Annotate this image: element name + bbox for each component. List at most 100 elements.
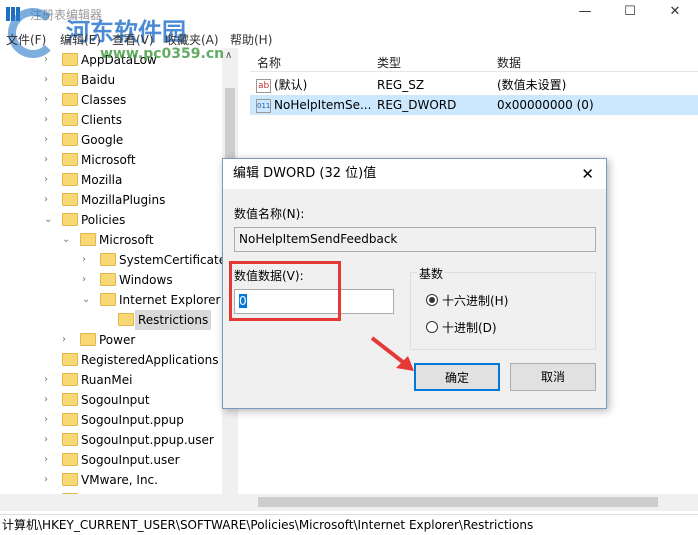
maximize-button[interactable]: ☐ xyxy=(615,4,645,24)
tree-item[interactable]: Restrictions xyxy=(0,310,222,330)
expand-chevron-icon[interactable]: › xyxy=(44,90,54,110)
tree-item[interactable]: › SystemCertificates xyxy=(0,250,232,270)
folder-icon xyxy=(62,213,78,226)
folder-icon xyxy=(62,453,78,466)
list-row-selected[interactable]: 011 NoHelpItemSe... REG_DWORD 0x00000000… xyxy=(250,95,698,115)
tree-item-label: RegisteredApplications xyxy=(81,353,219,367)
tree-item[interactable]: › MozillaPlugins xyxy=(0,190,222,210)
tree-item[interactable]: ⌄ Microsoft xyxy=(0,230,222,250)
dialog-title-bar: 编辑 DWORD (32 位)值 ✕ xyxy=(223,159,606,189)
tree-item[interactable]: › Microsoft xyxy=(0,150,222,170)
tree-item[interactable]: › Mozilla xyxy=(0,170,222,190)
tree-item-label: Windows xyxy=(119,273,173,287)
ok-button[interactable]: 确定 xyxy=(414,363,500,391)
tree-item-label: Baidu xyxy=(81,73,116,87)
expand-chevron-icon[interactable]: › xyxy=(44,430,54,450)
folder-icon xyxy=(62,73,78,86)
tree-item[interactable]: › SogouInput.ppup.user xyxy=(0,430,222,450)
value-name-field: NoHelpItemSendFeedback xyxy=(234,227,596,252)
tree-item[interactable]: ⌄ Internet Explorer xyxy=(0,290,222,310)
expand-chevron-icon[interactable]: › xyxy=(44,470,54,490)
tree-item[interactable]: › SogouInput.ppup xyxy=(0,410,222,430)
column-data[interactable]: 数据 xyxy=(497,54,521,71)
expand-chevron-icon[interactable]: › xyxy=(44,390,54,410)
tree-item[interactable]: › Power xyxy=(0,330,222,350)
folder-icon xyxy=(100,273,116,286)
folder-icon xyxy=(80,233,96,246)
value-type: REG_DWORD xyxy=(377,98,457,112)
tree-item-label: SogouInput xyxy=(81,393,150,407)
tree-item-label: Power xyxy=(99,333,136,347)
tree-item-label: Microsoft xyxy=(81,153,136,167)
expand-chevron-icon[interactable]: › xyxy=(44,110,54,130)
expand-chevron-icon[interactable]: › xyxy=(44,50,54,70)
tree-item-label: VMware, Inc. xyxy=(81,473,158,487)
tree-item-label: MozillaPlugins xyxy=(81,193,166,207)
collapse-chevron-icon[interactable]: ⌄ xyxy=(44,210,54,230)
dialog-close-button[interactable]: ✕ xyxy=(581,159,594,189)
tree-item-label: Google xyxy=(81,133,124,147)
hex-label[interactable]: 十六进制(H) xyxy=(442,292,508,309)
tree-item-label: Microsoft xyxy=(99,233,154,247)
scroll-thumb[interactable] xyxy=(258,497,658,507)
tree-item-label: SogouInput.ppup xyxy=(81,413,184,427)
title-bar: 注册表编辑器 河东软件园 www.pc0359.cn — ☐ ✕ xyxy=(0,0,698,62)
tree-horizontal-scrollbar[interactable] xyxy=(0,494,238,511)
tree-item[interactable]: › SogouInput.user xyxy=(0,450,222,470)
menu-help[interactable]: 帮助(H) xyxy=(230,31,272,48)
menu-file[interactable]: 文件(F) xyxy=(6,31,46,48)
tree-item-label: SogouInput.ppup.user xyxy=(81,433,214,447)
tree-item[interactable]: › Google xyxy=(0,130,222,150)
folder-icon xyxy=(62,173,78,186)
list-header xyxy=(250,48,698,72)
column-type[interactable]: 类型 xyxy=(377,54,401,71)
dialog-title: 编辑 DWORD (32 位)值 xyxy=(233,166,377,181)
list-horizontal-scrollbar[interactable] xyxy=(238,494,698,511)
dec-radio[interactable] xyxy=(426,321,438,333)
tree-item[interactable]: › Baidu xyxy=(0,70,222,90)
expand-chevron-icon[interactable]: › xyxy=(44,450,54,470)
hex-radio[interactable] xyxy=(426,294,438,306)
tree-item[interactable]: RegisteredApplications xyxy=(0,350,222,370)
list-row[interactable]: ab (默认) REG_SZ (数值未设置) xyxy=(250,75,698,95)
expand-chevron-icon[interactable]: › xyxy=(44,370,54,390)
dec-label[interactable]: 十进制(D) xyxy=(442,319,497,336)
column-name[interactable]: 名称 xyxy=(257,54,281,71)
expand-chevron-icon[interactable]: › xyxy=(82,270,92,290)
collapse-chevron-icon[interactable]: ⌄ xyxy=(62,230,72,250)
base-label: 基数 xyxy=(417,265,446,282)
tree-item[interactable]: › SogouInput xyxy=(0,390,222,410)
menu-edit[interactable]: 编辑(E) xyxy=(60,31,101,48)
folder-icon xyxy=(118,313,134,326)
minimize-button[interactable]: — xyxy=(570,4,600,24)
tree-item[interactable]: › Classes xyxy=(0,90,222,110)
folder-icon xyxy=(62,373,78,386)
folder-icon xyxy=(62,113,78,126)
collapse-chevron-icon[interactable]: ⌄ xyxy=(82,290,92,310)
watermark-url: www.pc0359.cn xyxy=(100,46,225,62)
expand-chevron-icon[interactable]: › xyxy=(82,250,92,270)
expand-chevron-icon[interactable]: › xyxy=(44,150,54,170)
expand-chevron-icon[interactable]: › xyxy=(44,130,54,150)
tree-item-label: RuanMei xyxy=(81,373,133,387)
folder-icon xyxy=(100,253,116,266)
tree-item[interactable]: › Windows xyxy=(0,270,222,290)
registry-tree[interactable]: › AppDataLow › Baidu › Classes › Clients › Google… xyxy=(0,48,238,494)
edit-dword-dialog: 编辑 DWORD (32 位)值 ✕ 数值名称(N): NoHelpItemSe… xyxy=(222,158,607,409)
expand-chevron-icon[interactable]: › xyxy=(44,190,54,210)
expand-chevron-icon[interactable]: › xyxy=(44,70,54,90)
expand-chevron-icon[interactable]: › xyxy=(62,330,72,350)
tree-item-label: SogouInput.user xyxy=(81,453,180,467)
tree-item[interactable]: ⌄ Policies xyxy=(0,210,222,230)
expand-chevron-icon[interactable]: › xyxy=(44,410,54,430)
tree-item[interactable]: › VMware, Inc. xyxy=(0,470,222,490)
close-button[interactable]: ✕ xyxy=(660,4,690,24)
value-name-label: 数值名称(N): xyxy=(234,207,305,221)
tree-item[interactable]: › Clients xyxy=(0,110,222,130)
expand-chevron-icon[interactable]: › xyxy=(44,170,54,190)
cancel-button[interactable]: 取消 xyxy=(510,363,596,391)
tree-item[interactable]: › RuanMei xyxy=(0,370,222,390)
tree-item-label: Internet Explorer xyxy=(119,293,221,307)
folder-icon xyxy=(62,153,78,166)
scroll-up-icon[interactable]: ∧ xyxy=(225,50,232,61)
